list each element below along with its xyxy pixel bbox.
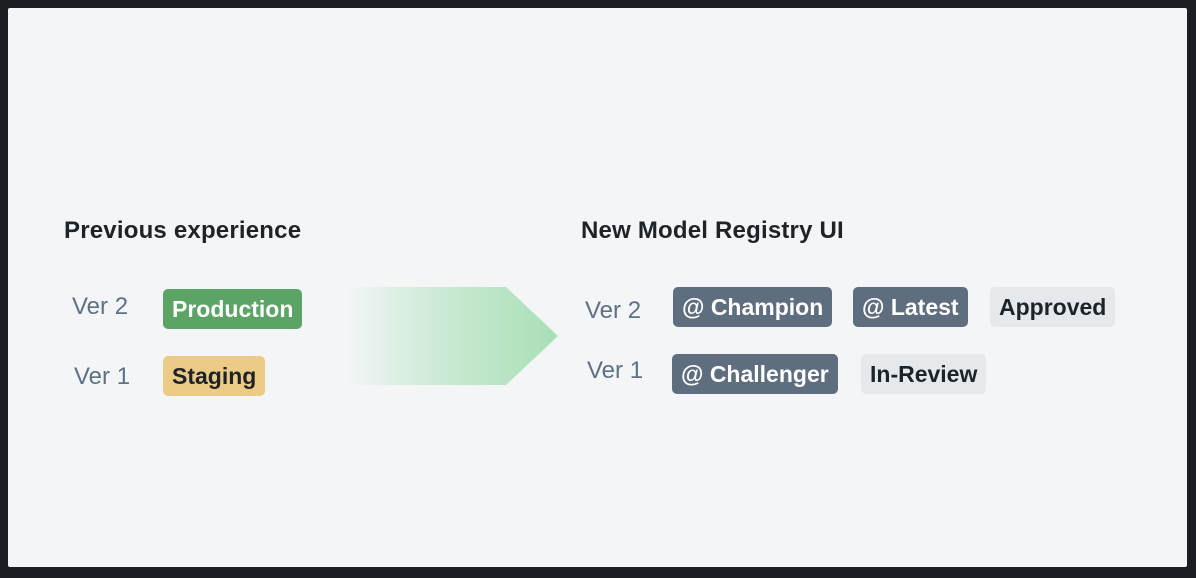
production-stage-badge: Production (163, 289, 303, 329)
approved-tag-badge: Approved (990, 287, 1116, 327)
champion-alias-badge: @ Champion (673, 287, 833, 327)
previous-experience-title: Previous experience (64, 217, 302, 244)
new-registry-title: New Model Registry UI (581, 217, 844, 244)
new-version-label: Ver 1 (587, 357, 644, 384)
diagram-canvas: Previous experience Ver 2 Production Ver… (8, 8, 1187, 567)
arrow-right-icon (348, 287, 558, 385)
previous-version-label: Ver 1 (74, 363, 131, 390)
latest-alias-badge: @ Latest (853, 287, 968, 327)
previous-version-label: Ver 2 (72, 293, 129, 320)
new-version-label: Ver 2 (585, 297, 642, 324)
staging-stage-badge: Staging (163, 356, 266, 396)
challenger-alias-badge: @ Challenger (672, 354, 838, 394)
in-review-tag-badge: In-Review (861, 354, 987, 394)
